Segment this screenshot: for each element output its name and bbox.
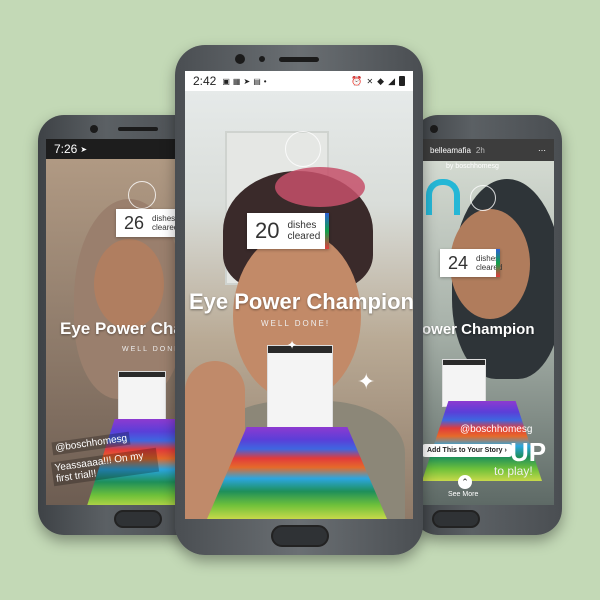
- left-status-bar: 7:26 ➤: [46, 139, 196, 159]
- center-dishes-card: 20 dishes cleared: [247, 213, 329, 249]
- calendar-icon: ▤: [253, 76, 261, 86]
- left-face: [94, 239, 164, 329]
- center-home-button[interactable]: [271, 525, 329, 547]
- center-pink-hair: [275, 167, 365, 207]
- center-sensor: [259, 56, 265, 62]
- center-dishes-label: dishes cleared: [287, 220, 321, 242]
- left-status-time: 7:26: [54, 142, 78, 156]
- telegram-icon: ➤: [243, 76, 251, 86]
- right-to-play: to play!: [494, 464, 533, 478]
- right-dishes-count: 24: [448, 252, 469, 273]
- mute-icon: ✕: [366, 76, 374, 86]
- left-title: Eye Power Cha: [60, 319, 183, 338]
- right-timestamp: 2h: [475, 145, 485, 155]
- center-title: Eye Power Champion: [189, 289, 413, 314]
- wifi-icon: ◆: [377, 75, 385, 86]
- left-front-camera: [90, 125, 98, 133]
- right-username[interactable]: belleamafia: [430, 146, 471, 155]
- center-dishwasher: [267, 345, 333, 431]
- center-screen: 2:42 ▣ ▦ ➤ ▤ • ⏰ ✕ ◆ ◢ 20 dishes cleared…: [185, 71, 413, 519]
- add-to-story-label: Add This to Your Story: [427, 447, 503, 454]
- right-cyan-logo: [426, 179, 460, 215]
- battery-icon: [399, 76, 405, 86]
- signal-icon: ◢: [388, 75, 395, 86]
- right-story-header: belleamafia 2h ⋯: [422, 139, 554, 161]
- right-dishes-card: 24 dishes cleared: [440, 249, 502, 277]
- more-options-icon[interactable]: ⋯: [538, 146, 546, 155]
- right-dishwasher: [442, 359, 486, 407]
- image-icon: ▣: [222, 76, 230, 86]
- center-dishes-count: 20: [255, 218, 280, 243]
- left-face-filter-ring: [128, 181, 156, 209]
- right-front-camera: [430, 125, 438, 133]
- chevron-up-icon[interactable]: ⌃: [458, 475, 472, 489]
- left-dishes-count: 26: [124, 212, 145, 233]
- center-subtitle: WELL DONE!: [261, 319, 331, 328]
- right-screen: belleamafia 2h ⋯ by boschhomesg 24 dishe…: [422, 139, 554, 505]
- chevron-right-icon: ›: [504, 447, 507, 454]
- right-title: ower Champion: [422, 321, 535, 338]
- dot-icon: •: [263, 76, 267, 86]
- center-face-filter-ring: [285, 131, 321, 167]
- right-home-button[interactable]: [432, 510, 480, 528]
- right-via-text: by boschhomesg: [446, 163, 499, 170]
- center-speaker: [279, 57, 319, 62]
- add-to-story-button[interactable]: Add This to Your Story ›: [422, 444, 512, 457]
- gallery-icon: ▦: [232, 76, 241, 86]
- center-card-accent: [325, 213, 329, 249]
- sparkle-icon: ✦: [287, 338, 298, 352]
- center-status-bar: 2:42 ▣ ▦ ➤ ▤ • ⏰ ✕ ◆ ◢: [185, 71, 413, 91]
- left-home-button[interactable]: [114, 510, 162, 528]
- left-dishwasher: [118, 371, 166, 423]
- center-phone: 2:42 ▣ ▦ ➤ ▤ • ⏰ ✕ ◆ ◢ 20 dishes cleared…: [175, 45, 423, 555]
- right-mention: @boschhomesg: [460, 424, 533, 435]
- left-screen: 7:26 ➤ 26 dishes cleared Eye Power Cha W…: [46, 139, 196, 505]
- center-front-camera: [235, 54, 245, 64]
- alarm-icon: ⏰: [351, 75, 363, 86]
- right-phone: belleamafia 2h ⋯ by boschhomesg 24 dishe…: [412, 115, 562, 535]
- center-status-time: 2:42: [193, 74, 217, 88]
- left-dishes-card: 26 dishes cleared: [116, 209, 180, 237]
- see-more-link[interactable]: See More: [448, 491, 478, 498]
- location-icon: ➤: [80, 144, 88, 154]
- right-card-accent: [496, 249, 500, 277]
- sparkle-large-icon: ✦: [357, 369, 376, 394]
- right-face-filter-ring: [470, 185, 496, 211]
- left-speaker: [118, 127, 158, 131]
